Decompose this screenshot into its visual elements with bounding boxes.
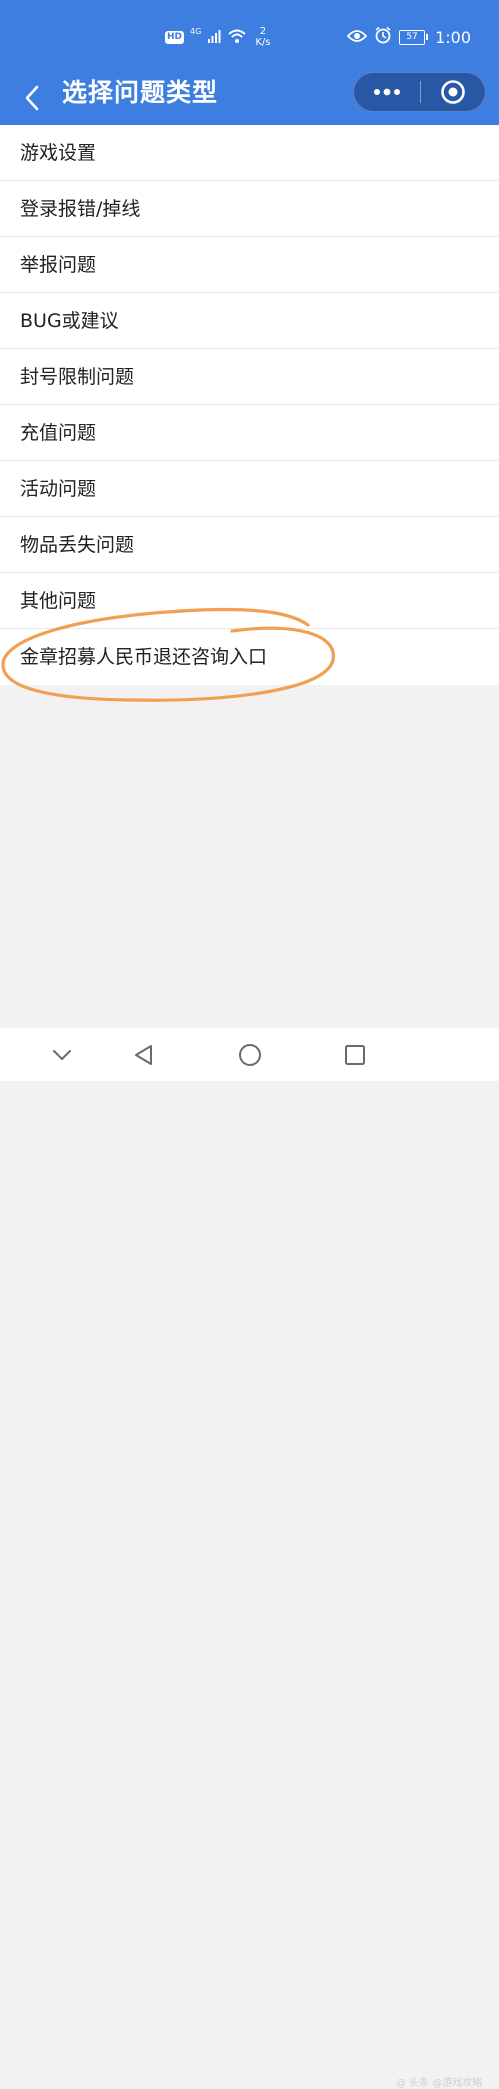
recents-square-icon (345, 1045, 365, 1065)
system-back-button[interactable] (127, 1038, 161, 1072)
more-button[interactable] (354, 73, 420, 111)
system-navigation-bar: @ 头条 @游戏攻略 (0, 1028, 499, 2089)
battery-level: 57 (399, 29, 426, 45)
network-generation: 4G (190, 26, 202, 36)
list-item-ban-restriction[interactable]: 封号限制问题 (0, 349, 499, 405)
list-item-game-settings[interactable]: 游戏设置 (0, 125, 499, 181)
recents-button[interactable] (338, 1038, 372, 1072)
home-circle-icon (239, 1044, 261, 1066)
hd-badge: HD (165, 30, 185, 44)
list-item-refund-inquiry[interactable]: 金章招募人民币退还咨询入口 (0, 629, 499, 685)
speed-value: 2 (259, 26, 267, 37)
close-target-icon (441, 80, 465, 104)
list-item-other[interactable]: 其他问题 (0, 573, 499, 629)
close-button[interactable] (421, 73, 485, 111)
signal-icon (207, 29, 221, 46)
list-item-bug-suggestion[interactable]: BUG或建议 (0, 293, 499, 349)
navigation-bar: 选择问题类型 (0, 70, 499, 125)
miniprogram-capsule (353, 72, 486, 112)
battery-icon: 57 (399, 29, 429, 45)
watermark: @ 头条 @游戏攻略 (396, 2078, 483, 2089)
list-item-report[interactable]: 举报问题 (0, 237, 499, 293)
back-button[interactable] (16, 80, 48, 116)
list-item-lost-items[interactable]: 物品丢失问题 (0, 517, 499, 573)
collapse-chevron-icon (53, 1050, 71, 1061)
status-indicators: HD 4G 2 K/s (165, 24, 270, 50)
more-dots-icon (374, 88, 400, 96)
alarm-icon (374, 26, 392, 48)
back-triangle-icon (135, 1045, 152, 1065)
list-item-event[interactable]: 活动问题 (0, 461, 499, 517)
page-title: 选择问题类型 (62, 78, 219, 107)
back-arrow-icon (25, 85, 39, 111)
battery-tip (426, 34, 429, 40)
status-right: 57 1:00 (346, 24, 471, 50)
eye-icon (346, 28, 368, 47)
collapse-button[interactable] (45, 1038, 79, 1072)
list-item-recharge[interactable]: 充值问题 (0, 405, 499, 461)
question-type-list: 游戏设置 登录报错/掉线 举报问题 BUG或建议 封号限制问题 充值问题 活动问… (0, 125, 499, 685)
list-item-login-error[interactable]: 登录报错/掉线 (0, 181, 499, 237)
clock-time: 1:00 (435, 27, 471, 47)
wifi-icon (227, 28, 247, 47)
network-speed: 2 K/s (255, 26, 270, 48)
status-bar: HD 4G 2 K/s 57 1:00 (0, 0, 499, 70)
home-button[interactable] (233, 1038, 267, 1072)
speed-unit: K/s (255, 37, 271, 48)
